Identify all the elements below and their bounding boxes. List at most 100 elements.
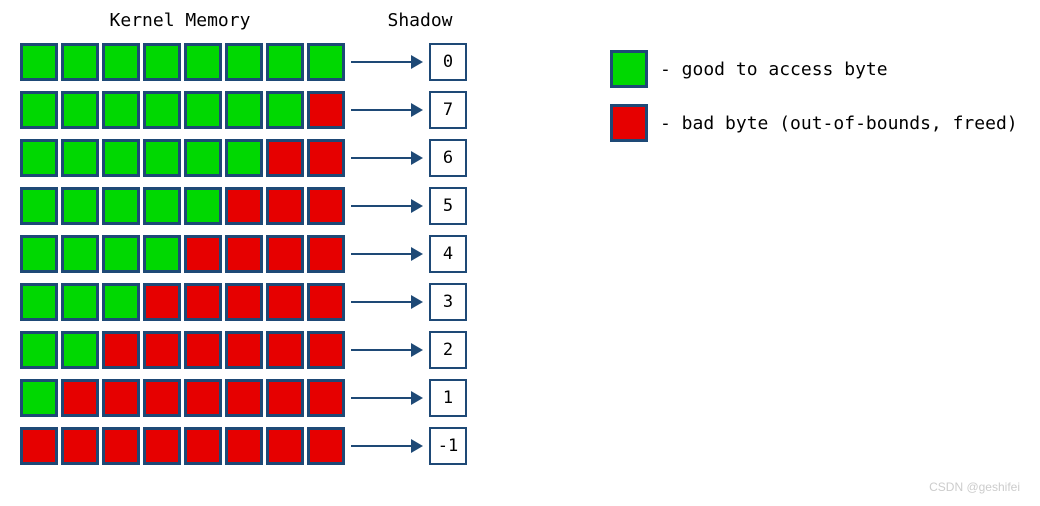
memory-cell-good	[102, 187, 140, 225]
memory-cell-bad	[307, 187, 345, 225]
shadow-value: 7	[429, 91, 467, 129]
shadow-value: 2	[429, 331, 467, 369]
memory-row: 3	[20, 283, 490, 321]
memory-cell-good	[307, 43, 345, 81]
legend-item-bad: - bad byte (out-of-bounds, freed)	[610, 104, 1018, 142]
memory-cell-bad	[143, 283, 181, 321]
memory-cell-good	[225, 43, 263, 81]
memory-row: -1	[20, 427, 490, 465]
shadow-value: -1	[429, 427, 467, 465]
memory-cell-good	[143, 91, 181, 129]
memory-cell-good	[20, 235, 58, 273]
memory-cells	[20, 235, 345, 273]
memory-cell-bad	[143, 331, 181, 369]
memory-cell-good	[61, 283, 99, 321]
memory-cells	[20, 43, 345, 81]
memory-cell-good	[184, 91, 222, 129]
memory-cell-bad	[266, 139, 304, 177]
memory-cell-bad	[184, 235, 222, 273]
memory-row: 2	[20, 331, 490, 369]
memory-cell-bad	[225, 331, 263, 369]
memory-cells	[20, 379, 345, 417]
memory-cell-bad	[266, 187, 304, 225]
memory-cell-good	[61, 43, 99, 81]
arrow-icon	[351, 439, 423, 453]
watermark: CSDN @geshifei	[929, 480, 1020, 494]
memory-cell-good	[20, 187, 58, 225]
arrow-icon	[351, 343, 423, 357]
memory-cell-bad	[61, 427, 99, 465]
legend-item-good: - good to access byte	[610, 50, 1018, 88]
memory-cell-bad	[225, 379, 263, 417]
memory-cell-good	[61, 331, 99, 369]
shadow-value: 1	[429, 379, 467, 417]
memory-cell-good	[61, 139, 99, 177]
memory-cell-good	[266, 43, 304, 81]
memory-cell-bad	[225, 235, 263, 273]
memory-cell-good	[20, 91, 58, 129]
arrow-icon	[351, 103, 423, 117]
memory-row: 7	[20, 91, 490, 129]
shadow-value: 6	[429, 139, 467, 177]
memory-cell-good	[102, 91, 140, 129]
diagram-section: Kernel Memory Shadow 0 7 6 5 4 3 2 1 -1	[20, 10, 490, 475]
memory-cell-bad	[307, 379, 345, 417]
memory-rows: 0 7 6 5 4 3 2 1 -1	[20, 43, 490, 475]
memory-cell-bad	[266, 331, 304, 369]
memory-cell-good	[184, 187, 222, 225]
memory-cell-good	[266, 91, 304, 129]
arrow-icon	[351, 247, 423, 261]
memory-cell-bad	[266, 283, 304, 321]
memory-cell-bad	[225, 283, 263, 321]
memory-cell-bad	[307, 331, 345, 369]
legend: - good to access byte - bad byte (out-of…	[610, 50, 1018, 158]
memory-cell-good	[143, 43, 181, 81]
arrow-icon	[351, 151, 423, 165]
header-kernel-memory: Kernel Memory	[20, 10, 340, 31]
arrow-icon	[351, 199, 423, 213]
legend-label-good: - good to access byte	[660, 59, 888, 80]
memory-cell-good	[184, 139, 222, 177]
memory-cell-bad	[266, 427, 304, 465]
memory-cell-bad	[184, 331, 222, 369]
memory-cell-good	[184, 43, 222, 81]
legend-swatch-bad	[610, 104, 648, 142]
memory-cell-bad	[184, 427, 222, 465]
memory-cell-good	[102, 283, 140, 321]
memory-cell-good	[143, 139, 181, 177]
memory-row: 4	[20, 235, 490, 273]
memory-cell-bad	[307, 427, 345, 465]
shadow-value: 0	[429, 43, 467, 81]
memory-cell-bad	[307, 91, 345, 129]
memory-cell-good	[20, 139, 58, 177]
memory-cells	[20, 187, 345, 225]
memory-cell-good	[225, 139, 263, 177]
memory-cell-good	[61, 91, 99, 129]
memory-cell-good	[102, 43, 140, 81]
memory-cell-good	[61, 187, 99, 225]
memory-cell-bad	[307, 235, 345, 273]
memory-cells	[20, 331, 345, 369]
memory-cells	[20, 91, 345, 129]
memory-cell-bad	[225, 187, 263, 225]
memory-cell-bad	[143, 379, 181, 417]
arrow-icon	[351, 55, 423, 69]
legend-swatch-good	[610, 50, 648, 88]
memory-cell-good	[20, 283, 58, 321]
memory-cell-bad	[266, 235, 304, 273]
shadow-value: 4	[429, 235, 467, 273]
arrow-icon	[351, 391, 423, 405]
memory-row: 5	[20, 187, 490, 225]
arrow-icon	[351, 295, 423, 309]
headers: Kernel Memory Shadow	[20, 10, 490, 31]
memory-cell-bad	[307, 139, 345, 177]
memory-cell-bad	[225, 427, 263, 465]
memory-cell-bad	[102, 427, 140, 465]
memory-cell-bad	[102, 379, 140, 417]
memory-row: 1	[20, 379, 490, 417]
memory-cell-good	[102, 139, 140, 177]
memory-cell-bad	[143, 427, 181, 465]
memory-cell-bad	[20, 427, 58, 465]
memory-row: 0	[20, 43, 490, 81]
memory-cell-good	[20, 379, 58, 417]
